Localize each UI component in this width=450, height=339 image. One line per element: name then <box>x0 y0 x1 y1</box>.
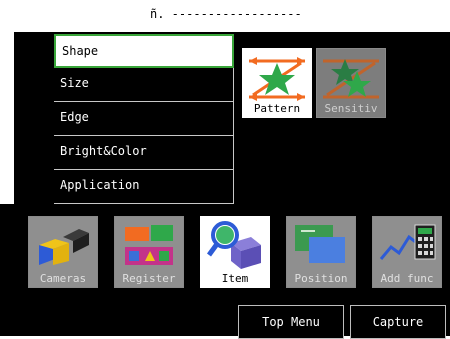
position-label: Position <box>294 272 348 285</box>
menu-item-size[interactable]: Size <box>54 68 234 102</box>
capture-label: Capture <box>372 315 424 329</box>
item-button[interactable]: Item <box>200 216 270 288</box>
cameras-button[interactable]: Cameras <box>28 216 98 288</box>
menu-item-application[interactable]: Application <box>54 170 234 204</box>
capture-button[interactable]: Capture <box>350 305 446 339</box>
sensitivity-button[interactable]: Sensitiv <box>316 48 386 118</box>
calculator-icon <box>379 224 436 260</box>
menu-item-shape[interactable]: Shape <box>54 34 234 68</box>
position-button[interactable]: Position <box>286 216 356 288</box>
menu-item-label: Bright&Color <box>60 144 147 158</box>
item-label: Item <box>221 272 249 285</box>
pattern-label: Pattern <box>253 102 301 115</box>
pattern-area: Pattern Sensitiv <box>236 34 450 204</box>
menu-item-label: Size <box>60 76 89 90</box>
position-icon <box>295 225 345 263</box>
menu-item-bright-color[interactable]: Bright&Color <box>54 136 234 170</box>
sensitivity-label: Sensitiv <box>324 102 378 115</box>
register-icon <box>125 225 173 265</box>
camera-icon <box>39 229 89 265</box>
magnifier-item-icon <box>206 221 261 269</box>
register-label: Register <box>122 272 176 285</box>
window-title: ñ. ------------------ <box>150 7 302 21</box>
category-menu: Shape Size Edge Bright&Color Application <box>54 34 234 204</box>
top-menu-label: Top Menu <box>262 315 320 329</box>
menu-item-label: Shape <box>62 44 99 58</box>
cameras-label: Cameras <box>39 272 87 285</box>
title-bar: ñ. ------------------ <box>0 0 450 30</box>
register-button[interactable]: Register <box>114 216 184 288</box>
add-func-label: Add func <box>380 272 434 285</box>
menu-item-label: Edge <box>60 110 89 124</box>
menu-item-edge[interactable]: Edge <box>54 102 234 136</box>
add-func-button[interactable]: Add func <box>372 216 442 288</box>
menu-item-label: Application <box>60 178 140 192</box>
top-menu-button[interactable]: Top Menu <box>238 305 344 339</box>
pattern-button[interactable]: Pattern <box>242 48 312 118</box>
